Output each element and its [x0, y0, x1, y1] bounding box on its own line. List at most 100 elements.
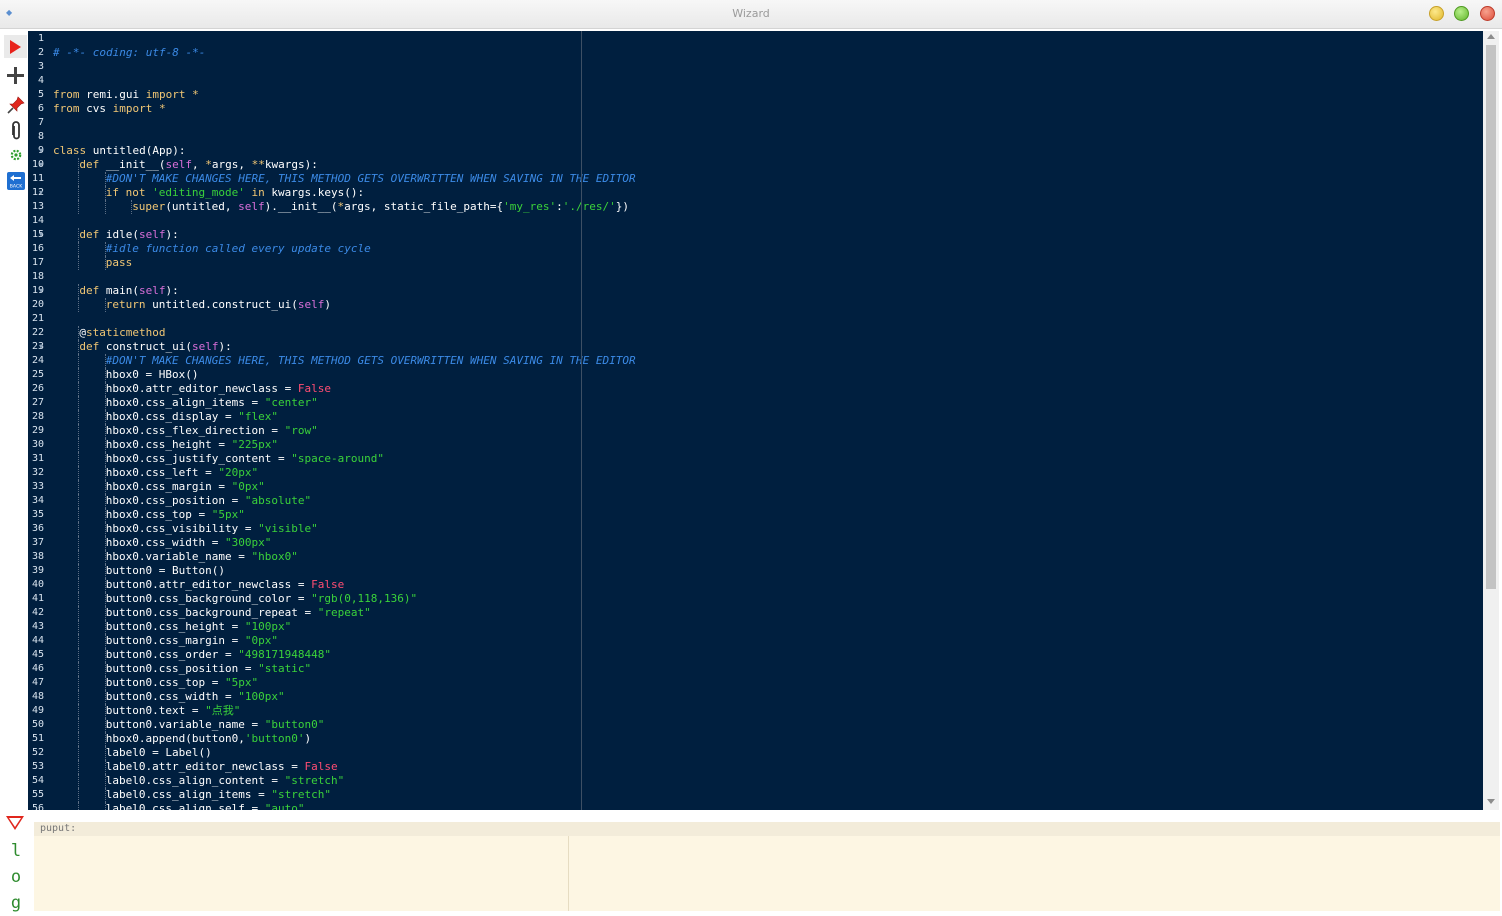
code-token: hbox0.css_justify_content = [105, 452, 292, 465]
indent-guide [78, 732, 80, 746]
code-line[interactable]: hbox0.css_display = "flex" [106, 410, 278, 424]
scroll-up-arrow-icon[interactable] [1487, 34, 1495, 39]
scroll-down-arrow-icon[interactable] [1487, 799, 1495, 804]
code-line[interactable]: hbox0.variable_name = "hbox0" [106, 550, 298, 564]
code-token: hbox0.css_flex_direction = [105, 424, 285, 437]
code-line[interactable]: @staticmethod [79, 326, 165, 340]
fold-toggle-icon[interactable]: ▾ [39, 158, 47, 172]
code-line[interactable]: #DON'T MAKE CHANGES HERE, THIS METHOD GE… [106, 354, 636, 368]
code-token: "5px" [225, 676, 259, 689]
code-line[interactable]: hbox0 = HBox() [106, 368, 199, 382]
code-line[interactable]: label0.attr_editor_newclass = False [106, 760, 338, 774]
code-token: "rgb(0,118,136)" [311, 592, 418, 605]
code-line[interactable]: button0.css_height = "100px" [106, 620, 291, 634]
indent-guide [78, 354, 80, 368]
code-line[interactable]: hbox0.css_align_items = "center" [106, 396, 318, 410]
code-token: "row" [284, 424, 318, 437]
indent-guide [78, 718, 80, 732]
code-line[interactable]: button0.css_position = "static" [106, 662, 311, 676]
pin-button[interactable] [4, 93, 27, 116]
indent-guide [104, 620, 106, 634]
code-line[interactable]: hbox0.css_width = "300px" [106, 536, 272, 550]
code-line[interactable]: button0.variable_name = "button0" [106, 718, 325, 732]
code-line[interactable]: hbox0.css_top = "5px" [106, 508, 245, 522]
indent-guide [104, 368, 106, 382]
indent-guide [104, 676, 106, 690]
fold-toggle-icon[interactable]: ▾ [39, 284, 47, 298]
code-token: hbox0.css_align_items = [105, 396, 265, 409]
code-line[interactable]: super(untitled, self).__init__(*args, st… [132, 200, 629, 214]
code-editor[interactable]: 1 2 3 4 5 6 7 8 9 10 11 12 13 14 15 16 17 18 19 20 21 22 23 24 2… [28, 31, 1483, 810]
new-file-button[interactable] [4, 64, 27, 87]
code-line[interactable]: if not 'editing_mode' in kwargs.keys(): [106, 186, 364, 200]
code-line[interactable]: def construct_ui(self): [79, 340, 231, 354]
code-line[interactable]: # -*- coding: utf-8 -*- [53, 46, 205, 60]
settings-button[interactable] [4, 143, 27, 166]
code-line[interactable]: hbox0.attr_editor_newclass = False [106, 382, 331, 396]
vertical-scrollbar[interactable] [1483, 31, 1499, 810]
code-line[interactable]: hbox0.css_height = "225px" [106, 438, 278, 452]
code-line[interactable]: button0.css_width = "100px" [106, 690, 285, 704]
code-line[interactable]: button0.css_order = "498171948448" [106, 648, 331, 662]
indent-guide [78, 368, 80, 382]
output-panel[interactable]: puput: [34, 822, 1500, 911]
fold-toggle-icon[interactable]: ▾ [39, 186, 47, 200]
code-line[interactable]: return untitled.construct_ui(self) [106, 298, 331, 312]
code-token: 'button0' [244, 732, 305, 745]
code-line[interactable]: label0.css_align_self = "auto" [106, 802, 305, 810]
code-line[interactable]: button0.css_margin = "0px" [106, 634, 278, 648]
code-line[interactable]: class untitled(App): [53, 144, 185, 158]
attach-button[interactable] [4, 118, 27, 141]
code-line[interactable]: label0 = Label() [106, 746, 212, 760]
play-icon [10, 39, 21, 54]
code-line[interactable]: #DON'T MAKE CHANGES HERE, THIS METHOD GE… [106, 172, 636, 186]
tool-strip: BACK [3, 31, 28, 810]
code-line[interactable]: hbox0.css_visibility = "visible" [106, 522, 318, 536]
code-line[interactable]: from cvs import * [53, 102, 166, 116]
code-line[interactable]: from remi.gui import * [53, 88, 199, 102]
fold-toggle-icon[interactable]: ▾ [39, 228, 47, 242]
back-icon: BACK [6, 171, 25, 190]
code-line[interactable]: hbox0.css_margin = "0px" [106, 480, 265, 494]
code-line[interactable]: button0.css_top = "5px" [106, 676, 258, 690]
code-area[interactable]: # -*- coding: utf-8 -*- from remi.gui imp… [53, 31, 1473, 810]
code-token: * [192, 88, 199, 101]
code-line[interactable]: def __init__(self, *args, **kwargs): [79, 158, 317, 172]
code-line[interactable]: button0.attr_editor_newclass = False [106, 578, 344, 592]
code-line[interactable]: def main(self): [79, 284, 178, 298]
code-line[interactable]: label0.css_align_items = "stretch" [106, 788, 331, 802]
code-token: button0.css_position = [105, 662, 259, 675]
maximize-button[interactable] [1454, 6, 1469, 21]
code-line[interactable]: hbox0.append(button0,'button0') [106, 732, 311, 746]
indent-guide [104, 564, 106, 578]
indent-guide [78, 200, 80, 214]
code-token: ): [165, 284, 179, 297]
paperclip-icon [11, 120, 20, 139]
code-line[interactable]: hbox0.css_justify_content = "space-aroun… [106, 452, 384, 466]
fold-toggle-icon[interactable]: ▾ [39, 340, 47, 354]
code-line[interactable]: button0.css_background_color = "rgb(0,11… [106, 592, 417, 606]
code-line[interactable]: hbox0.css_left = "20px" [106, 466, 258, 480]
code-line[interactable]: button0.text = "点我" [106, 704, 241, 718]
code-line[interactable]: hbox0.css_position = "absolute" [106, 494, 311, 508]
code-token: hbox0.attr_editor_newclass = [105, 382, 298, 395]
indent-guide [78, 704, 80, 718]
indent-guide [78, 676, 80, 690]
minimize-button[interactable] [1429, 6, 1444, 21]
code-token: main( [99, 284, 140, 297]
code-line[interactable]: #idle function called every update cycle [106, 242, 371, 256]
close-button[interactable] [1480, 6, 1495, 21]
code-line[interactable]: hbox0.css_flex_direction = "row" [106, 424, 318, 438]
code-line[interactable]: def idle(self): [79, 228, 178, 242]
code-line[interactable]: button0.css_background_repeat = "repeat" [106, 606, 371, 620]
collapse-output-icon[interactable] [6, 816, 24, 830]
gear-icon [10, 149, 21, 160]
scrollbar-thumb[interactable] [1486, 45, 1496, 589]
code-line[interactable]: button0 = Button() [106, 564, 225, 578]
back-button[interactable]: BACK [4, 169, 27, 192]
code-line[interactable]: label0.css_align_content = "stretch" [106, 774, 344, 788]
fold-toggle-icon[interactable]: ▾ [39, 144, 47, 158]
run-button[interactable] [4, 35, 27, 58]
code-token: (untitled, [165, 200, 239, 213]
code-line[interactable]: pass [106, 256, 133, 270]
